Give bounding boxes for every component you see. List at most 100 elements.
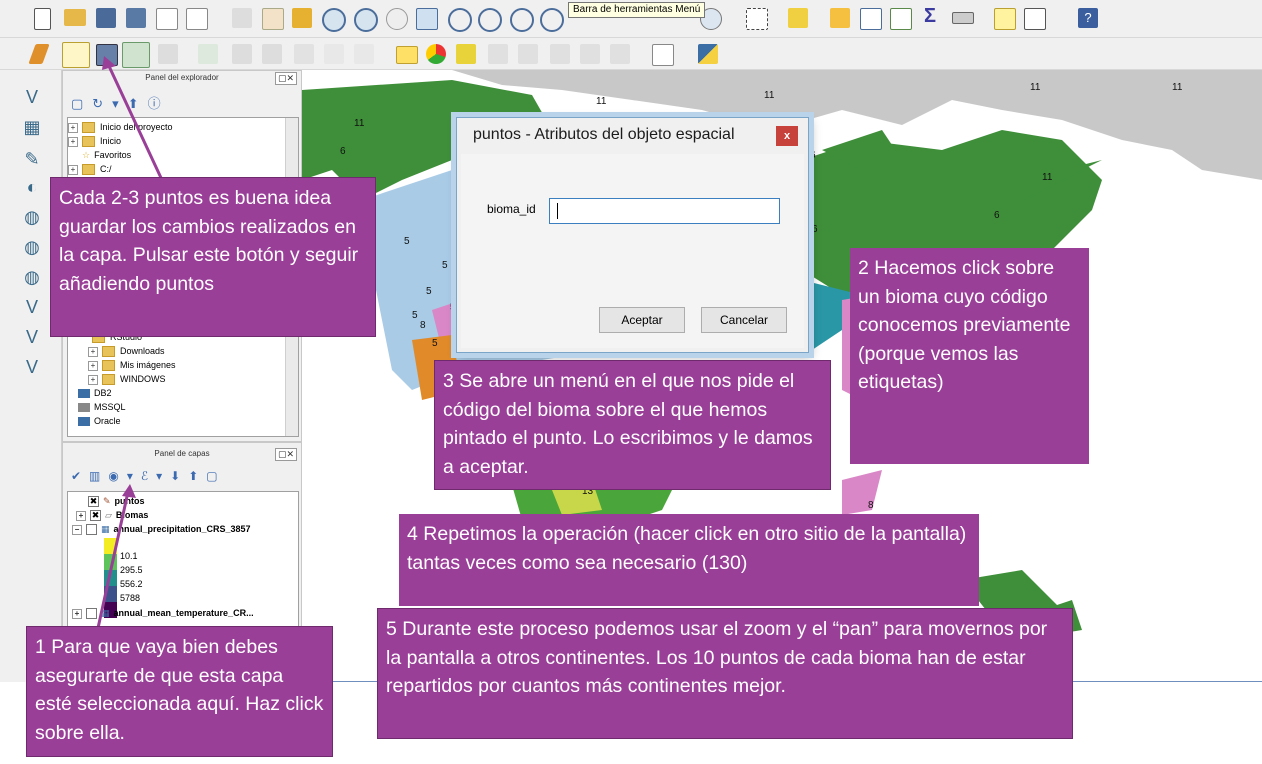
show-hide-labels-icon[interactable] (518, 44, 538, 64)
paste-features-icon[interactable] (354, 44, 374, 64)
bioma-id-input[interactable] (549, 198, 780, 224)
tree-item[interactable]: + WINDOWS (88, 372, 166, 386)
add-spatialite-icon[interactable]: ◐ (20, 176, 44, 198)
new-layer-dropdown-icon[interactable]: V (20, 356, 44, 378)
zoom-full-icon[interactable] (416, 8, 438, 30)
map-label: 11 (1172, 82, 1183, 93)
legend-swatch (104, 554, 117, 570)
browser-panel-toolbar[interactable]: ▢↻▾⬆ⓘ (71, 93, 170, 112)
dialog-close-button[interactable]: x (776, 126, 798, 146)
composer-manager-icon[interactable] (186, 8, 208, 30)
biome-region (842, 470, 882, 515)
star-icon: ☆ (82, 150, 91, 160)
callout-step-3: 3 Se abre un menú en el que nos pide el … (434, 360, 831, 490)
new-print-layout-icon[interactable] (156, 8, 178, 30)
map-label: 5 (426, 286, 432, 297)
map-label: 5 (412, 310, 418, 321)
cut-features-icon[interactable] (294, 44, 314, 64)
tree-item[interactable]: Oracle (78, 414, 121, 428)
copy-features-icon[interactable] (324, 44, 344, 64)
zoom-next-icon[interactable] (540, 8, 564, 32)
map-label: 11 (764, 90, 775, 101)
map-label: 6 (812, 224, 818, 235)
layer-temperature[interactable]: + ▦ annual_mean_temperature_CR... (72, 606, 254, 620)
tree-item[interactable]: + Inicio del proyecto (68, 120, 173, 134)
python-console-icon[interactable] (698, 44, 718, 64)
deselect-icon[interactable] (788, 8, 808, 28)
attribute-table-icon[interactable] (860, 8, 882, 30)
tree-item[interactable]: DB2 (78, 386, 112, 400)
save-as-icon[interactable] (126, 8, 146, 28)
layer-labeling-icon[interactable] (396, 46, 418, 64)
statistics-sigma-icon[interactable]: Σ (920, 6, 940, 26)
zoom-layer-icon[interactable] (448, 8, 472, 32)
database-icon (78, 417, 90, 427)
main-toolbar: Σ ? Barra de herramientas Menú (0, 0, 1262, 38)
text-annotation-icon[interactable] (1024, 8, 1046, 30)
add-wcs-layer-icon[interactable]: ◍ (20, 236, 44, 258)
select-features-icon[interactable] (746, 8, 768, 30)
zoom-last-icon[interactable] (510, 8, 534, 32)
add-raster-layer-icon[interactable]: ▦ (20, 116, 44, 138)
add-wfs-layer-icon[interactable]: ◍ (20, 266, 44, 288)
current-edits-icon[interactable] (28, 44, 50, 64)
tree-item[interactable]: MSSQL (78, 400, 126, 414)
add-vector-layer-icon[interactable]: V (20, 86, 44, 108)
add-wms-layer-icon[interactable]: ◍ (20, 206, 44, 228)
map-label: 8 (420, 320, 426, 331)
map-label: 11 (1030, 82, 1041, 93)
csw-icon[interactable] (652, 44, 674, 66)
zoom-selection-icon[interactable] (478, 8, 502, 32)
save-project-icon[interactable] (96, 8, 116, 28)
move-label-icon[interactable] (550, 44, 570, 64)
text-cursor (557, 203, 558, 219)
add-delimited-text-icon[interactable]: ✎ (20, 148, 44, 170)
accept-button[interactable]: Aceptar (599, 307, 685, 333)
touch-zoom-icon[interactable] (232, 8, 252, 28)
bioma-id-label: bioma_id (487, 202, 536, 216)
folder-icon (102, 360, 115, 372)
new-project-icon[interactable] (34, 8, 51, 30)
rotate-label-icon[interactable] (580, 44, 600, 64)
add-feature-icon[interactable] (122, 42, 150, 68)
panel-float-close-buttons[interactable]: ▢✕ (274, 448, 297, 461)
node-tool-icon[interactable] (198, 44, 218, 64)
zoom-in-icon[interactable] (322, 8, 346, 32)
panel-float-close-buttons[interactable]: ▢✕ (274, 72, 297, 85)
legend-value: 556.2 (120, 579, 143, 589)
field-calculator-icon[interactable] (890, 8, 912, 30)
measure-icon[interactable] (952, 12, 974, 24)
tree-item[interactable]: + C:/ (68, 162, 112, 176)
zoom-out-icon[interactable] (354, 8, 378, 32)
save-layer-edits-icon[interactable] (96, 44, 118, 66)
raster-layer-icon: ▦ (101, 608, 110, 618)
cancel-button[interactable]: Cancelar (701, 307, 787, 333)
highlight-pinned-labels-icon[interactable] (456, 44, 476, 64)
toggle-editing-icon[interactable] (62, 42, 90, 68)
trash-icon[interactable] (262, 44, 282, 64)
tree-item[interactable]: + Mis imágenes (88, 358, 176, 372)
new-temporary-layer-icon[interactable]: V (20, 326, 44, 348)
pan-to-selection-icon[interactable] (292, 8, 312, 28)
open-project-icon[interactable] (64, 9, 86, 26)
new-shapefile-icon[interactable]: V (20, 296, 44, 318)
zoom-native-icon[interactable] (386, 8, 408, 30)
layer-puntos[interactable]: ✖ ✎ puntos (88, 494, 145, 508)
layers-panel-title: Panel de capas (154, 449, 210, 458)
help-icon[interactable]: ? (1078, 8, 1098, 28)
tree-item[interactable]: + Inicio (68, 134, 121, 148)
layer-precipitation[interactable]: − ▦ annual_precipitation_CRS_3857 (72, 522, 251, 536)
pin-labels-icon[interactable] (488, 44, 508, 64)
layer-diagram-icon[interactable] (426, 44, 446, 64)
delete-selected-icon[interactable] (232, 44, 252, 64)
pan-hand-icon[interactable] (262, 8, 284, 30)
tree-item[interactable]: +☆Favoritos (68, 148, 131, 162)
tree-item[interactable]: + Downloads (88, 344, 165, 358)
layer-biomas[interactable]: + ✖ ▱ Biomas (76, 508, 148, 522)
map-label: 11 (354, 118, 365, 129)
map-tips-icon[interactable] (994, 8, 1016, 30)
change-label-icon[interactable] (610, 44, 630, 64)
move-feature-icon[interactable] (158, 44, 178, 64)
layers-panel-toolbar[interactable]: ✔▥◉▾ℰ▾⬇⬆▢ (71, 469, 226, 483)
deselect-all-icon[interactable] (830, 8, 850, 28)
